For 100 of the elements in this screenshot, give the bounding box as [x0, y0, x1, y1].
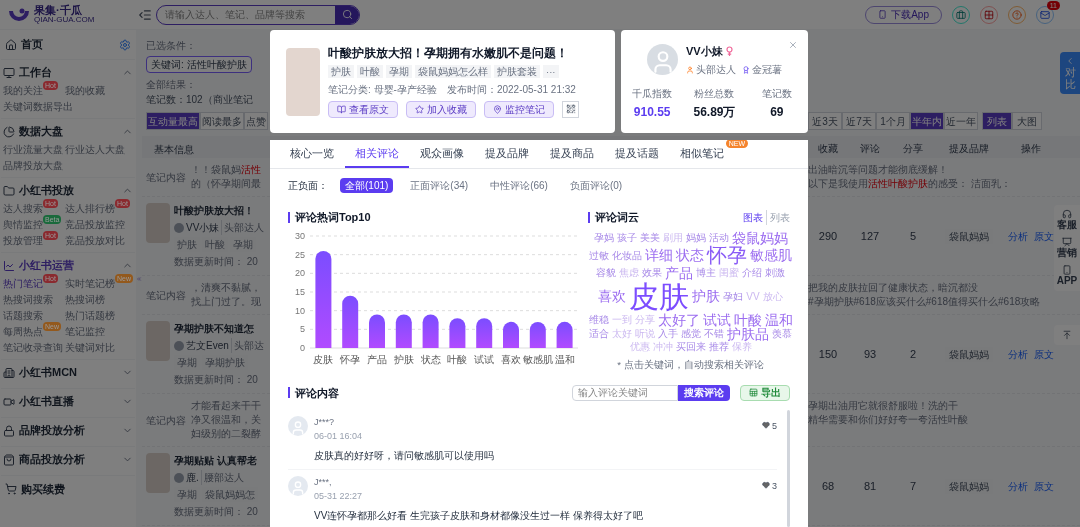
nav-link[interactable]: 热搜词榜: [65, 294, 105, 306]
section-title[interactable]: 工作台: [19, 64, 52, 81]
search-icon[interactable]: [341, 9, 353, 20]
nav-link[interactable]: 笔记监控: [65, 326, 105, 338]
cloud-word[interactable]: 太好了: [657, 312, 700, 328]
nav-link[interactable]: 关键词对比: [65, 342, 115, 354]
tab[interactable]: 观众画像: [410, 140, 474, 169]
scroll-top-button[interactable]: [1054, 325, 1080, 345]
cloud-word[interactable]: 羡慕: [772, 329, 792, 340]
cloud-word[interactable]: 优惠: [629, 341, 650, 353]
author-name[interactable]: VV小妹: [186, 220, 220, 235]
cloud-word[interactable]: 孩子: [616, 232, 637, 244]
note-action-button[interactable]: 监控笔记: [484, 100, 554, 118]
tab[interactable]: 核心一览: [280, 140, 344, 169]
sort-button[interactable]: 互动量最高: [146, 112, 200, 130]
nav-link[interactable]: 笔记收录查询: [3, 342, 63, 354]
view-button[interactable]: 大图: [1012, 112, 1042, 130]
cloud-word[interactable]: 状态: [676, 248, 704, 264]
scrollbar[interactable]: [787, 409, 790, 527]
sentiment-filter[interactable]: 中性评论(66): [485, 177, 553, 193]
sentiment-filter[interactable]: 全部(101): [340, 177, 394, 193]
cloud-word[interactable]: 孕妈: [593, 232, 614, 244]
cloud-word[interactable]: VV: [746, 291, 760, 302]
cloud-word[interactable]: 焦虑: [619, 268, 639, 279]
view-button[interactable]: 列表: [982, 112, 1012, 130]
nav-link[interactable]: 竞品投放对比: [65, 235, 125, 247]
nav-link[interactable]: 话题搜索: [3, 310, 43, 322]
section-title[interactable]: 品牌投放分析: [19, 422, 85, 439]
sort-button[interactable]: 点赞: [244, 112, 268, 130]
search-comments-button[interactable]: 搜索评论: [678, 384, 730, 401]
cloud-word[interactable]: 分享: [634, 314, 655, 326]
side-tool-button[interactable]: APP: [1056, 265, 1078, 287]
sentiment-filter[interactable]: 正面评论(34): [405, 177, 474, 193]
nav-link[interactable]: 舆情监控: [3, 219, 43, 231]
nav-link[interactable]: 行业达人大盘: [65, 144, 125, 156]
period-button[interactable]: 近7天: [842, 112, 876, 130]
cloud-word[interactable]: 维稳: [588, 314, 609, 326]
nav-link[interactable]: 我的收藏: [65, 85, 105, 97]
nav-link[interactable]: 热门话题榜: [65, 310, 115, 322]
action-link[interactable]: 分析: [1008, 228, 1028, 244]
cloud-word[interactable]: 试试: [702, 312, 731, 328]
cloud-word[interactable]: 详细: [645, 248, 673, 264]
cloud-word[interactable]: 太好: [612, 329, 632, 340]
section-title[interactable]: 商品投放分析: [19, 451, 85, 468]
nav-link[interactable]: 每周热点: [3, 326, 43, 338]
cloud-word[interactable]: 刺激: [765, 268, 785, 279]
note-title[interactable]: 孕期贴贴 认真帮老: [174, 453, 258, 468]
action-link[interactable]: 原文: [1034, 478, 1054, 494]
nav-link[interactable]: 热门笔记: [3, 278, 43, 290]
cloud-word[interactable]: 怀孕: [707, 245, 747, 267]
cloud-word[interactable]: 容貌: [596, 268, 616, 279]
period-button[interactable]: 1个月: [876, 112, 910, 130]
nav-link[interactable]: 实时笔记榜: [65, 278, 115, 290]
cloud-word[interactable]: 不错: [704, 329, 724, 340]
note-title[interactable]: 叶酸护肤放大招！: [174, 203, 265, 218]
sort-button[interactable]: 阅读最多: [200, 112, 244, 130]
note-action-button[interactable]: 加入收藏: [406, 100, 476, 118]
side-tool-button[interactable]: 营销: [1057, 237, 1077, 259]
cloud-word[interactable]: 效果: [642, 268, 662, 279]
comment-search-field[interactable]: 输入评论关键词: [572, 384, 678, 401]
view-toggle[interactable]: 图表: [740, 209, 766, 225]
nav-link[interactable]: 我的关注: [3, 85, 43, 97]
nav-link[interactable]: 竞品投放监控: [65, 219, 125, 231]
collapse-icon[interactable]: [136, 274, 142, 283]
cloud-word[interactable]: 闺蜜: [719, 268, 739, 279]
nav-link[interactable]: 达人搜索: [3, 203, 43, 215]
nav-item[interactable]: 首页: [21, 36, 43, 53]
cloud-word[interactable]: 美美: [639, 232, 660, 244]
cloud-word[interactable]: 孕妇: [723, 291, 744, 302]
cloud-word[interactable]: 冲冲: [652, 341, 673, 353]
cloud-word[interactable]: 放心: [762, 291, 783, 302]
cloud-word[interactable]: 入手: [658, 329, 678, 340]
cloud-word[interactable]: 推荐: [708, 341, 729, 353]
tab[interactable]: 提及话题: [605, 140, 669, 169]
cloud-word[interactable]: 叶酸: [733, 312, 762, 328]
view-toggle[interactable]: 列表: [766, 209, 793, 225]
cloud-word[interactable]: 保养: [731, 341, 752, 353]
section-title[interactable]: 数据大盘: [19, 123, 63, 140]
cloud-word[interactable]: 妈妈: [685, 232, 706, 244]
cloud-word[interactable]: 护肤: [692, 289, 721, 305]
cloud-word[interactable]: 过敏: [589, 250, 609, 262]
section-title[interactable]: 小红书直播: [19, 393, 74, 410]
cloud-word[interactable]: 介绍: [742, 268, 762, 279]
cloud-word[interactable]: 护肤品: [727, 327, 769, 342]
nav-link[interactable]: 行业流量大盘: [3, 144, 63, 156]
cloud-word[interactable]: 喜欢: [598, 289, 627, 305]
cloud-word[interactable]: 化妆品: [612, 250, 642, 262]
compare-tab[interactable]: 对比: [1060, 52, 1080, 95]
note-action-button[interactable]: 查看原文: [328, 100, 398, 118]
author-name[interactable]: 艺文Even: [186, 338, 229, 353]
sentiment-filter[interactable]: 负面评论(0): [564, 177, 628, 193]
nav-link[interactable]: 热搜词搜索: [3, 294, 53, 306]
action-link[interactable]: 原文: [1034, 346, 1054, 362]
period-button[interactable]: 近3天: [808, 112, 842, 130]
filter-chip[interactable]: 关键词: 活性叶酸护肤: [146, 56, 252, 73]
action-link[interactable]: 分析: [1008, 346, 1028, 362]
cloud-word[interactable]: 皮肤: [629, 281, 690, 313]
period-button[interactable]: 半年内: [910, 112, 944, 130]
heart-icon[interactable]: [762, 480, 770, 489]
cloud-word[interactable]: 活动: [708, 232, 729, 244]
